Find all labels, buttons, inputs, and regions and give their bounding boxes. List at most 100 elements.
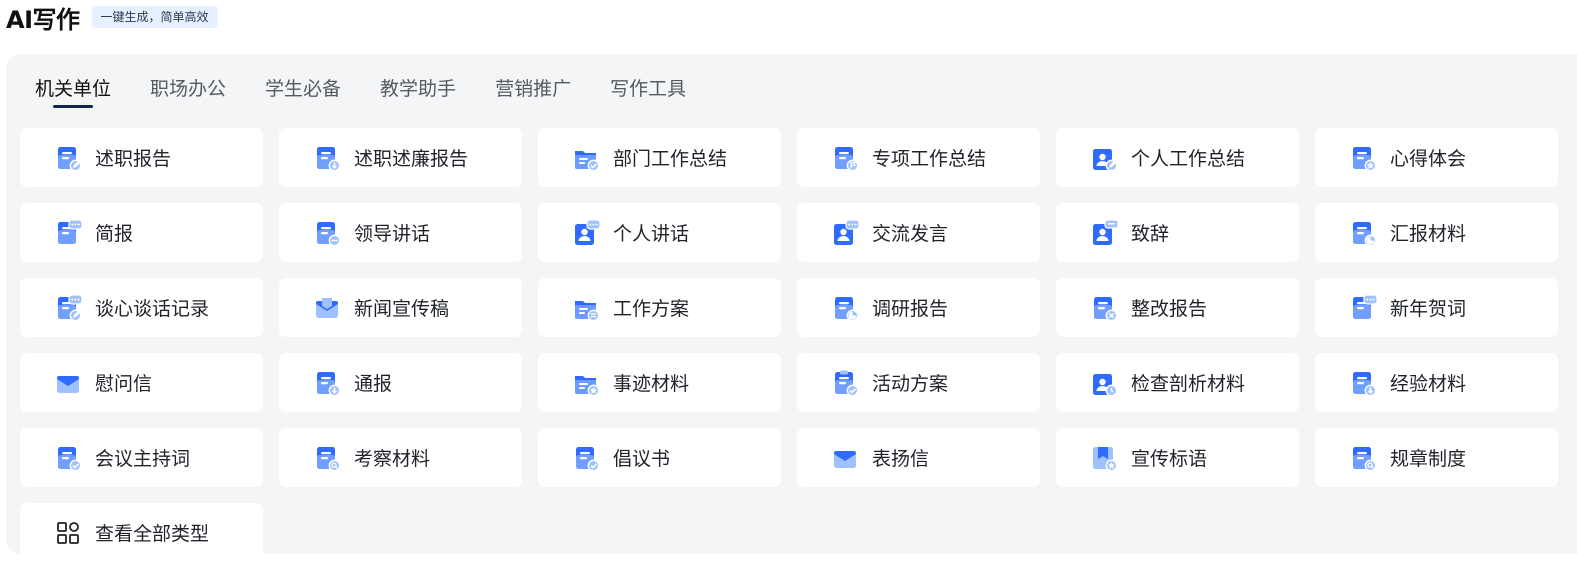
template-card[interactable]: 个人讲话 <box>538 203 781 262</box>
view-all-types-button[interactable]: 查看全部类型 <box>20 503 263 562</box>
template-card-label: 述职报告 <box>95 148 172 170</box>
template-card-label: 检查剖析材料 <box>1131 373 1246 395</box>
template-card-label: 慰问信 <box>95 373 153 395</box>
template-card-label: 表扬信 <box>872 448 930 470</box>
template-card[interactable]: 简报 <box>20 203 263 262</box>
template-card-label: 活动方案 <box>872 373 949 395</box>
user-message-icon <box>1090 218 1119 247</box>
category-tabs: 机关单位 职场办公 学生必备 教学助手 营销推广 写作工具 <box>35 76 686 108</box>
template-card-label: 汇报材料 <box>1390 223 1467 245</box>
template-card-label: 致辞 <box>1131 223 1170 245</box>
template-card[interactable]: 个人工作总结 <box>1056 128 1299 187</box>
template-card[interactable]: 专项工作总结 <box>797 128 1040 187</box>
template-card[interactable]: 事迹材料 <box>538 353 781 412</box>
flag-document-icon <box>831 144 859 172</box>
envelope-icon <box>54 369 82 397</box>
template-card[interactable]: 倡议书 <box>538 428 781 487</box>
user-chat-icon <box>572 218 601 247</box>
tab-1[interactable]: 机关单位 <box>35 76 111 108</box>
template-card-label: 通报 <box>354 373 393 395</box>
pen-chat-icon <box>54 293 83 322</box>
template-card[interactable]: 谈心谈话记录 <box>20 278 263 337</box>
template-card[interactable]: 心得体会 <box>1315 128 1558 187</box>
tagline-badge: 一键生成，简单高效 <box>91 6 218 28</box>
search-document-icon <box>313 444 341 472</box>
chat-document-icon <box>1349 293 1378 322</box>
template-card-label: 新年贺词 <box>1390 298 1467 320</box>
pen-document-icon <box>54 144 82 172</box>
close-document-icon <box>1090 294 1118 322</box>
user-chat-icon <box>831 218 860 247</box>
check-folder-icon <box>572 144 600 172</box>
template-card-label: 会议主持词 <box>95 448 191 470</box>
star-folder-icon <box>572 369 600 397</box>
search-document-icon <box>1349 444 1377 472</box>
tab-4[interactable]: 教学助手 <box>380 76 456 108</box>
template-card-label: 考察材料 <box>354 448 431 470</box>
user-edit-icon <box>1090 144 1118 172</box>
template-card-label: 整改报告 <box>1131 298 1208 320</box>
template-card-label: 规章制度 <box>1390 448 1467 470</box>
template-card-label: 工作方案 <box>613 298 690 320</box>
template-card-label: 交流发言 <box>872 223 949 245</box>
template-grid: 述职报告 述职述廉报告 部门工作总结 专项工作总结 个人工作总结 心得体会 简报… <box>20 128 1558 562</box>
template-card-label: 宣传标语 <box>1131 448 1208 470</box>
mail-icon <box>313 294 341 322</box>
template-card-label: 述职述廉报告 <box>354 148 469 170</box>
template-card-label: 倡议书 <box>613 448 671 470</box>
template-card-label: 心得体会 <box>1390 148 1467 170</box>
template-card[interactable]: 致辞 <box>1056 203 1299 262</box>
template-card[interactable]: 新年贺词 <box>1315 278 1558 337</box>
template-card[interactable]: 述职报告 <box>20 128 263 187</box>
chat-document-icon <box>54 218 83 247</box>
tab-6[interactable]: 写作工具 <box>610 76 686 108</box>
template-card[interactable]: 交流发言 <box>797 203 1040 262</box>
pie-chart-document-icon <box>831 294 859 322</box>
template-card[interactable]: 调研报告 <box>797 278 1040 337</box>
template-card-label: 专项工作总结 <box>872 148 987 170</box>
download-document-icon <box>1349 369 1377 397</box>
template-card-label: 事迹材料 <box>613 373 690 395</box>
template-card[interactable]: 新闻宣传稿 <box>279 278 522 337</box>
template-card[interactable]: 经验材料 <box>1315 353 1558 412</box>
template-card-label: 部门工作总结 <box>613 148 728 170</box>
writing-panel: 机关单位 职场办公 学生必备 教学助手 营销推广 写作工具 述职报告 述职述廉报告 部门工… <box>6 54 1577 562</box>
tab-2[interactable]: 职场办公 <box>150 76 226 108</box>
check-document-icon <box>572 444 600 472</box>
template-card-label: 领导讲话 <box>354 223 431 245</box>
template-card-label: 简报 <box>95 223 134 245</box>
chart-document-icon <box>1349 219 1377 247</box>
tab-3[interactable]: 学生必备 <box>265 76 341 108</box>
template-card[interactable]: 考察材料 <box>279 428 522 487</box>
template-card[interactable]: 整改报告 <box>1056 278 1299 337</box>
template-card[interactable]: 表扬信 <box>797 428 1040 487</box>
template-card[interactable]: 检查剖析材料 <box>1056 353 1299 412</box>
envelope-icon <box>831 444 859 472</box>
template-card[interactable]: 规章制度 <box>1315 428 1558 487</box>
bookmark-star-icon <box>1090 444 1118 472</box>
star-document-icon <box>1349 144 1377 172</box>
user-clock-icon <box>1090 369 1118 397</box>
more-document-icon <box>313 219 341 247</box>
template-card[interactable]: 活动方案 <box>797 353 1040 412</box>
download-document-icon <box>313 144 341 172</box>
template-card-label: 个人讲话 <box>613 223 690 245</box>
template-card[interactable]: 工作方案 <box>538 278 781 337</box>
tab-5[interactable]: 营销推广 <box>495 76 571 108</box>
download-document-icon <box>313 369 341 397</box>
check-document-icon <box>54 444 82 472</box>
template-card[interactable]: 汇报材料 <box>1315 203 1558 262</box>
page-title: AI写作 <box>6 5 80 34</box>
template-card[interactable]: 部门工作总结 <box>538 128 781 187</box>
template-card-label: 查看全部类型 <box>95 523 210 545</box>
template-card[interactable]: 领导讲话 <box>279 203 522 262</box>
template-card[interactable]: 宣传标语 <box>1056 428 1299 487</box>
template-card-label: 谈心谈话记录 <box>95 298 210 320</box>
template-card[interactable]: 述职述廉报告 <box>279 128 522 187</box>
grid-apps-icon <box>54 519 82 547</box>
list-folder-icon <box>572 294 600 322</box>
template-card[interactable]: 通报 <box>279 353 522 412</box>
template-card[interactable]: 会议主持词 <box>20 428 263 487</box>
template-card[interactable]: 慰问信 <box>20 353 263 412</box>
template-card-label: 调研报告 <box>872 298 949 320</box>
